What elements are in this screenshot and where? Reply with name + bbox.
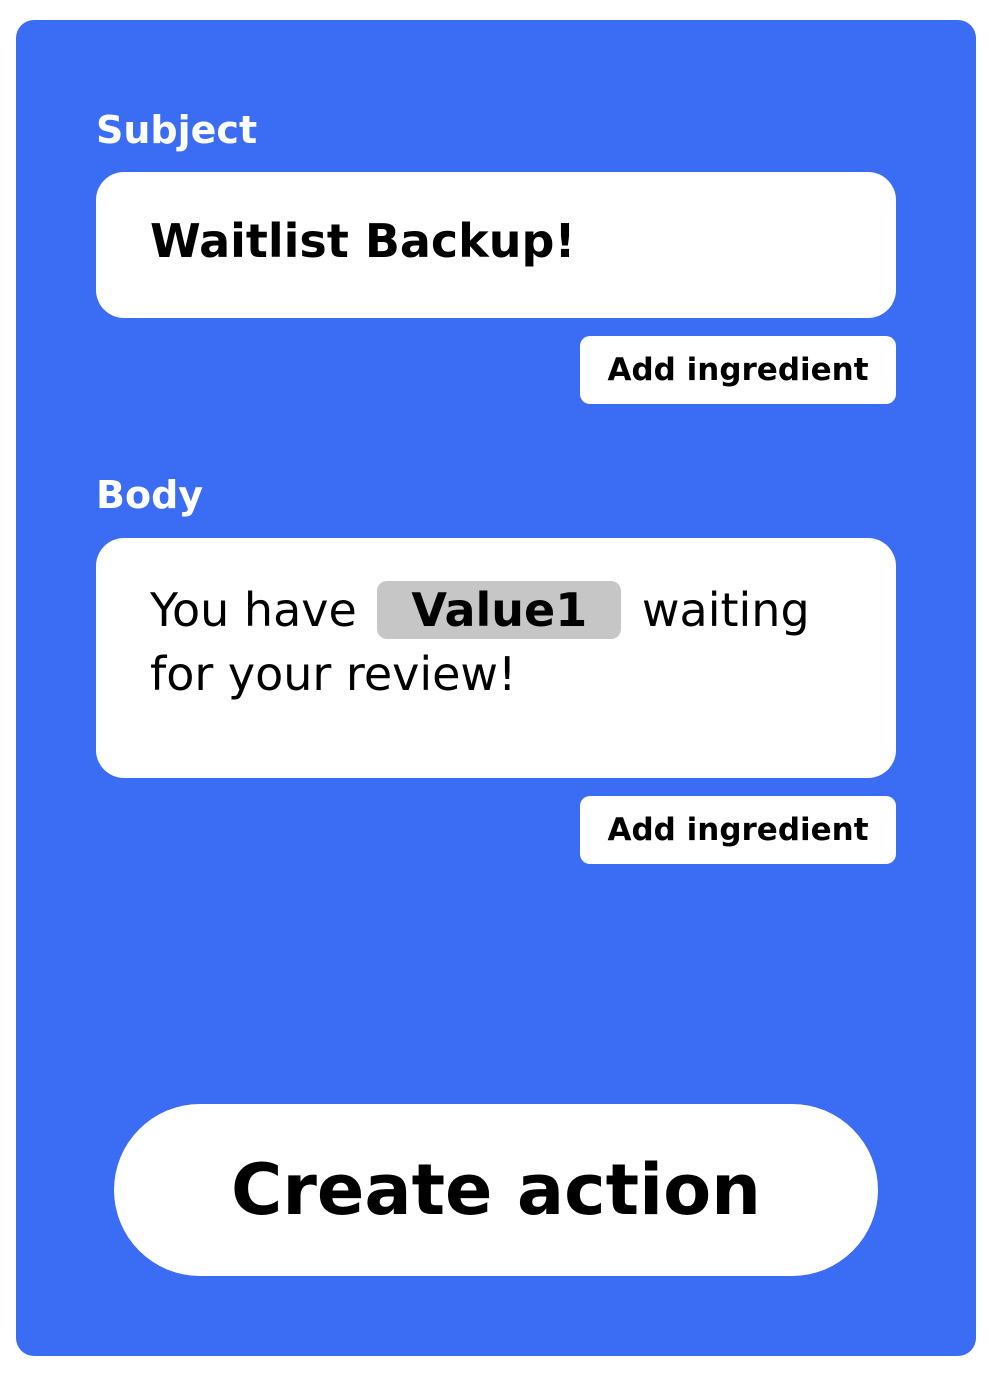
subject-value: Waitlist Backup! <box>150 214 576 268</box>
action-fields-panel: Subject Waitlist Backup! Add ingredient … <box>16 20 976 1356</box>
subject-label: Subject <box>96 108 258 152</box>
body-input[interactable]: You have Value1 waiting for your review! <box>96 538 896 778</box>
create-action-button[interactable]: Create action <box>114 1104 878 1276</box>
ingredient-pill-value1[interactable]: Value1 <box>377 581 622 639</box>
body-add-ingredient-button[interactable]: Add ingredient <box>580 796 896 864</box>
subject-add-ingredient-button[interactable]: Add ingredient <box>580 336 896 404</box>
body-label: Body <box>96 473 204 517</box>
body-text-before: You have <box>150 583 357 637</box>
subject-input[interactable]: Waitlist Backup! <box>96 172 896 318</box>
